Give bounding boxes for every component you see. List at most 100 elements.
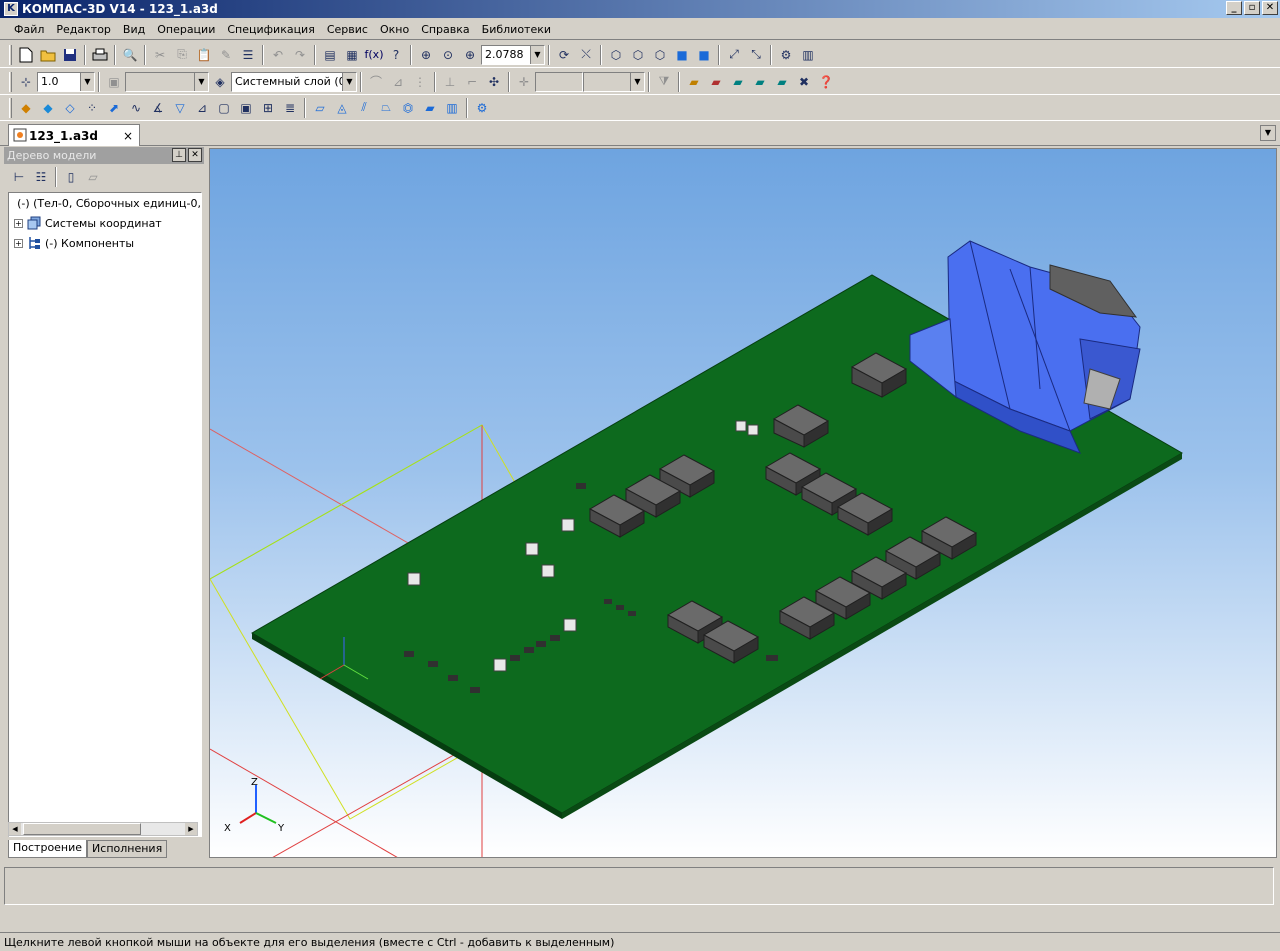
tools-icon[interactable]: ✖ bbox=[794, 72, 814, 92]
tree-edit-icon[interactable]: ▱ bbox=[83, 167, 103, 187]
format-painter-icon[interactable]: ✎ bbox=[216, 45, 236, 65]
close-button[interactable]: ✕ bbox=[1262, 1, 1278, 15]
extrude-icon[interactable]: ▱ bbox=[310, 98, 330, 118]
revolve-icon[interactable]: ◬ bbox=[332, 98, 352, 118]
3d-viewport[interactable]: Z X Y bbox=[209, 148, 1277, 858]
preview-icon[interactable]: 🔍 bbox=[120, 45, 140, 65]
menu-operations[interactable]: Операции bbox=[151, 23, 221, 36]
section-icon[interactable]: ⤡ bbox=[746, 45, 766, 65]
minimize-button[interactable]: _ bbox=[1226, 1, 1242, 15]
expand-icon[interactable]: + bbox=[14, 218, 23, 228]
chevron-down-icon[interactable]: ▼ bbox=[80, 72, 94, 91]
create-component-icon[interactable]: ▰ bbox=[706, 72, 726, 92]
snap-icon[interactable]: ✣ bbox=[484, 72, 504, 92]
shell-icon[interactable]: ▥ bbox=[442, 98, 462, 118]
chevron-down-icon[interactable]: ▼ bbox=[630, 72, 644, 91]
new-document-icon[interactable] bbox=[16, 45, 36, 65]
view-combo[interactable]: ▼ bbox=[125, 71, 209, 92]
tab-construction[interactable]: Построение bbox=[8, 840, 88, 858]
component-insert-icon[interactable]: ▰ bbox=[684, 72, 704, 92]
step-icon[interactable]: ⊹ bbox=[16, 72, 36, 92]
wireframe-icon[interactable]: ⬡ bbox=[606, 45, 626, 65]
library-icon[interactable]: ⚙ bbox=[472, 98, 492, 118]
arrays-icon[interactable]: ⁘ bbox=[82, 98, 102, 118]
zoom-window-icon[interactable]: ⊕ bbox=[416, 45, 436, 65]
print-icon[interactable] bbox=[90, 45, 110, 65]
tab-versions[interactable]: Исполнения bbox=[87, 840, 168, 858]
help-cursor-icon[interactable]: ? bbox=[386, 45, 406, 65]
auxiliary-geometry-icon[interactable]: ⬈ bbox=[104, 98, 124, 118]
zoom-dynamic-icon[interactable]: ⊙ bbox=[438, 45, 458, 65]
filter-icon[interactable]: ⧩ bbox=[654, 72, 674, 92]
tree-horizontal-scrollbar[interactable]: ◀ ▶ bbox=[8, 822, 198, 836]
coord-x-field[interactable] bbox=[535, 71, 583, 92]
tab-list-button[interactable]: ▼ bbox=[1260, 125, 1276, 141]
copy-icon[interactable]: ⎘ bbox=[172, 45, 192, 65]
layer-icon[interactable]: ◈ bbox=[210, 72, 230, 92]
rounding-icon[interactable]: ⌒ bbox=[366, 72, 386, 92]
tree-item-root[interactable]: (-) (Тел-0, Сборочных единиц-0, bbox=[9, 193, 201, 213]
solid-icon[interactable]: ◆ bbox=[38, 98, 58, 118]
tree-view-mode-icon[interactable]: ☷ bbox=[31, 167, 51, 187]
elements-icon[interactable]: ▣ bbox=[236, 98, 256, 118]
close-icon[interactable]: ✕ bbox=[188, 148, 202, 162]
expand-icon[interactable]: + bbox=[14, 238, 23, 248]
orthogonal-icon[interactable]: ⌐ bbox=[462, 72, 482, 92]
local-cs-icon[interactable]: ⊥ bbox=[440, 72, 460, 92]
rotate-icon[interactable]: ⟳ bbox=[554, 45, 574, 65]
library-manager-icon[interactable]: ▦ bbox=[342, 45, 362, 65]
perspective-icon[interactable]: ⤢ bbox=[724, 45, 744, 65]
specification-icon[interactable]: ≣ bbox=[280, 98, 300, 118]
cursor-coords-icon[interactable]: ✛ bbox=[514, 72, 534, 92]
document-tab[interactable]: 123_1.a3d × bbox=[8, 124, 140, 146]
shaded-icon[interactable]: ■ bbox=[672, 45, 692, 65]
ortho-icon[interactable]: ⊿ bbox=[388, 72, 408, 92]
menu-view[interactable]: Вид bbox=[117, 23, 151, 36]
close-icon[interactable]: × bbox=[123, 129, 133, 143]
grid-icon[interactable]: ⋮ bbox=[410, 72, 430, 92]
calculator-icon[interactable]: ▥ bbox=[798, 45, 818, 65]
move-component-icon[interactable]: ▰ bbox=[750, 72, 770, 92]
loft-icon[interactable]: ⏢ bbox=[376, 98, 396, 118]
pin-icon[interactable]: ⊥ bbox=[172, 148, 186, 162]
restore-button[interactable]: ▫ bbox=[1244, 1, 1260, 15]
configurator-icon[interactable]: ⚙ bbox=[776, 45, 796, 65]
coord-y-field[interactable]: ▼ bbox=[583, 71, 645, 92]
chevron-down-icon[interactable]: ▼ bbox=[194, 72, 208, 91]
step-combo[interactable]: 1.0 ▼ bbox=[37, 71, 95, 92]
view-icon[interactable]: ▣ bbox=[104, 72, 124, 92]
properties-icon[interactable]: ☰ bbox=[238, 45, 258, 65]
selection-icon[interactable]: ⊞ bbox=[258, 98, 278, 118]
zoom-in-icon[interactable]: ⊕ bbox=[460, 45, 480, 65]
layer-combo[interactable]: Системный слой (0) ▼ bbox=[231, 71, 357, 92]
tree-page-icon[interactable]: ▯ bbox=[61, 167, 81, 187]
rotate-component-icon[interactable]: ▰ bbox=[772, 72, 792, 92]
menu-help[interactable]: Справка bbox=[415, 23, 475, 36]
chevron-down-icon[interactable]: ▼ bbox=[342, 72, 356, 91]
manager-icon[interactable]: ▤ bbox=[320, 45, 340, 65]
paste-icon[interactable]: 📋 bbox=[194, 45, 214, 65]
open-folder-icon[interactable] bbox=[38, 45, 58, 65]
menu-libraries[interactable]: Библиотеки bbox=[476, 23, 557, 36]
tree-item-coordinate-systems[interactable]: + Системы координат bbox=[9, 213, 201, 233]
cut-icon[interactable]: ✂ bbox=[150, 45, 170, 65]
save-icon[interactable] bbox=[60, 45, 80, 65]
menu-service[interactable]: Сервис bbox=[321, 23, 374, 36]
tree-structure-icon[interactable]: ⊢ bbox=[9, 167, 29, 187]
spatial-curves-icon[interactable]: ∿ bbox=[126, 98, 146, 118]
scroll-left-icon[interactable]: ◀ bbox=[9, 823, 21, 835]
chamfer-icon[interactable]: ▰ bbox=[420, 98, 440, 118]
sweep-icon[interactable]: ⫽ bbox=[354, 98, 374, 118]
editing-icon[interactable]: ◆ bbox=[16, 98, 36, 118]
diagnostics-icon[interactable]: ∡ bbox=[148, 98, 168, 118]
scroll-thumb[interactable] bbox=[23, 823, 141, 835]
menu-specification[interactable]: Спецификация bbox=[221, 23, 320, 36]
surfaces-icon[interactable]: ◇ bbox=[60, 98, 80, 118]
zoom-combo[interactable]: 2.0788 ▼ bbox=[481, 44, 545, 65]
variables-icon[interactable]: f(x) bbox=[364, 45, 384, 65]
tree-item-components[interactable]: + (-) Компоненты bbox=[9, 233, 201, 253]
hidden-thin-icon[interactable]: ⬡ bbox=[650, 45, 670, 65]
menu-file[interactable]: Файл bbox=[8, 23, 50, 36]
hidden-lines-icon[interactable]: ⬡ bbox=[628, 45, 648, 65]
redo-icon[interactable]: ↷ bbox=[290, 45, 310, 65]
